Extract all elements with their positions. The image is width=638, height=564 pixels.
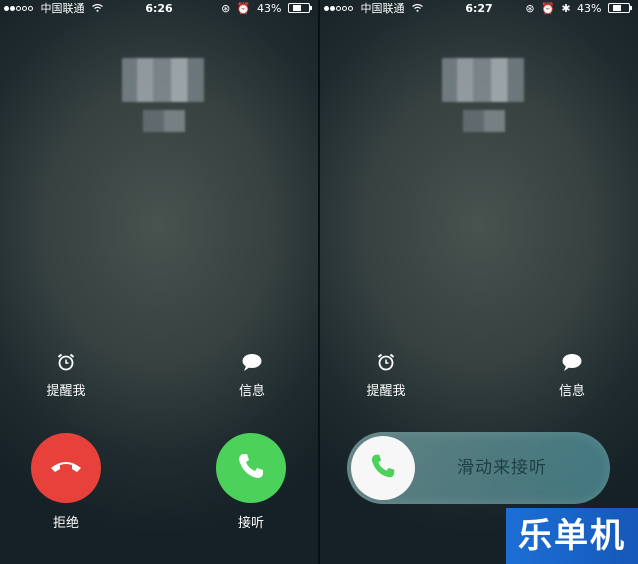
accept-label: 接听 [237,516,264,531]
screenshot: 中国联通 6:26 ⊛ ⏰ 43% 提醒我 信息 拒绝 接听 中国联通 6:27… [0,0,638,564]
alarm-clock-icon [26,352,106,374]
status-indicators: ⊛ ⏰ 43% [218,0,312,18]
message-label: 信息 [238,384,265,399]
pixelated-caller-number [463,110,505,132]
watermark-logo: 乐单机 [506,508,638,564]
phone-handset-icon [369,452,397,484]
pixelated-caller-name [442,58,524,102]
slide-to-answer-knob[interactable] [351,436,415,500]
message-label: 信息 [558,384,585,399]
slide-to-answer-track[interactable]: 滑动来接听 [347,432,610,504]
decline-label: 拒绝 [52,516,79,531]
alarm-status-icon: ⏰ [236,2,251,15]
remind-me-option[interactable]: 提醒我 [26,352,106,399]
bluetooth-icon: ✱ [561,2,571,15]
status-indicators: ⊛ ⏰ ✱ 43% [522,0,632,18]
battery-icon [288,3,312,13]
battery-percent: 43% [257,2,282,15]
accept-call-button[interactable] [216,433,286,503]
orientation-lock-icon: ⊛ [525,2,535,15]
speech-bubble-icon [212,352,292,374]
pixelated-caller-name [122,58,204,102]
incoming-call-screen-right: 中国联通 6:27 ⊛ ⏰ ✱ 43% 提醒我 信息 滑动来接听 [320,0,638,564]
alarm-status-icon: ⏰ [541,2,555,15]
status-bar: 中国联通 6:27 ⊛ ⏰ ✱ 43% [320,0,638,18]
remind-me-label: 提醒我 [46,384,86,399]
alarm-clock-icon [346,352,426,374]
hang-up-icon [49,458,83,478]
decline-call-button[interactable] [31,433,101,503]
battery-icon [608,3,632,13]
incoming-call-screen-left: 中国联通 6:26 ⊛ ⏰ 43% 提醒我 信息 拒绝 接听 [0,0,318,564]
orientation-lock-icon: ⊛ [221,2,231,15]
status-bar: 中国联通 6:26 ⊛ ⏰ 43% [0,0,318,18]
message-option[interactable]: 信息 [212,352,292,399]
remind-me-option[interactable]: 提醒我 [346,352,426,399]
battery-percent: 43% [577,2,602,15]
pixelated-caller-number [143,110,185,132]
phone-handset-icon [236,451,266,485]
message-option[interactable]: 信息 [532,352,612,399]
slide-to-answer-label: 滑动来接听 [457,458,547,478]
speech-bubble-icon [532,352,612,374]
remind-me-label: 提醒我 [366,384,406,399]
